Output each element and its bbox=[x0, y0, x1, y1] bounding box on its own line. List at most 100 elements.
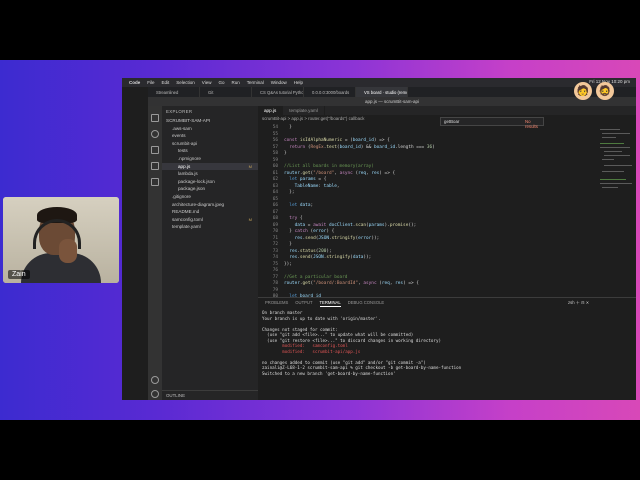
file-tree-label: SCRUMBIT-SAM-API bbox=[166, 118, 211, 123]
file-tree: SCRUMBIT-SAM-API .aws-sam events scrumbit-a… bbox=[162, 117, 258, 231]
code-text: } bbox=[284, 151, 287, 156]
file-tree-item[interactable]: tests bbox=[162, 147, 258, 155]
menu-item-help[interactable]: Help bbox=[294, 80, 303, 85]
menu-item-file[interactable]: File bbox=[147, 80, 154, 85]
memoji-avatar-icon: 🧔 bbox=[596, 82, 614, 100]
file-tree-label: README.md bbox=[172, 209, 200, 215]
editor-area: app.js template.yaml scrumBit-api > app.… bbox=[258, 106, 636, 400]
file-tree-label: samconfig.toml bbox=[172, 216, 203, 222]
activity-bar bbox=[148, 106, 162, 400]
file-tree-label: .aws-sam bbox=[172, 125, 192, 131]
code-text: //Get a particular board bbox=[284, 274, 348, 280]
browser-tab[interactable]: CS Q&As tutorial Python bbox=[252, 87, 304, 97]
code-text: res.send(JSON.stringify(error)); bbox=[294, 235, 380, 241]
file-tree-item[interactable]: package.json bbox=[162, 185, 258, 193]
menu-item-app[interactable]: Code bbox=[129, 80, 140, 85]
file-tree-label: template.yaml bbox=[172, 224, 201, 230]
menu-item-edit[interactable]: Edit bbox=[162, 80, 170, 85]
file-tree-item[interactable]: .aws-sam bbox=[162, 125, 258, 133]
account-icon[interactable] bbox=[151, 376, 159, 384]
menu-item-terminal[interactable]: Terminal bbox=[247, 80, 264, 85]
file-tree-item[interactable]: .gitignore bbox=[162, 193, 258, 201]
code-text: let data; bbox=[289, 203, 314, 208]
window-title: app.js — scrumBit-sam-api bbox=[148, 97, 636, 106]
menu-item-run[interactable]: Run bbox=[232, 80, 240, 85]
code-text: TableName: table, bbox=[294, 183, 340, 189]
file-tree-item[interactable]: events bbox=[162, 132, 258, 140]
webcam-person-hand bbox=[59, 239, 77, 263]
file-tree-label: .npmignore bbox=[178, 155, 201, 161]
file-tree-label: tests bbox=[178, 148, 188, 154]
outline-section[interactable]: OUTLINE bbox=[162, 390, 258, 400]
file-tree-label: scrumbit-api bbox=[172, 140, 198, 146]
menu-item-go[interactable]: Go bbox=[218, 80, 224, 85]
minimap[interactable] bbox=[598, 125, 636, 297]
file-tree-label: events bbox=[172, 133, 186, 139]
extensions-icon[interactable] bbox=[151, 178, 159, 186]
browser-tab[interactable]: 0.0.0.0:3000/boards bbox=[304, 87, 356, 97]
mac-menu-bar: Code File Edit Selection View Go Run Ter… bbox=[122, 78, 636, 87]
memoji-avatar-icon: 🧑 bbox=[574, 82, 592, 100]
code-text: try { bbox=[289, 216, 303, 221]
file-tree-label: package-lock.json bbox=[178, 178, 215, 184]
tab-terminal[interactable]: TERMINAL bbox=[319, 300, 341, 307]
file-tree-item[interactable]: README.md bbox=[162, 208, 258, 216]
terminal-name[interactable]: zsh bbox=[568, 300, 575, 305]
gear-icon[interactable] bbox=[151, 390, 159, 398]
letterbox-bottom bbox=[0, 420, 640, 480]
find-input[interactable]: getBoar bbox=[444, 119, 459, 124]
tab-output[interactable]: OUTPUT bbox=[295, 300, 312, 307]
browser-tab[interactable]: Git bbox=[200, 87, 252, 97]
letterbox-top bbox=[0, 0, 640, 60]
code-text: } bbox=[284, 242, 292, 247]
explorer-sidebar: EXPLORER SCRUMBIT-SAM-API .aws-sam events s… bbox=[162, 106, 258, 400]
code-text: res.status(200); bbox=[289, 248, 332, 254]
browser-tab-active[interactable]: VS board · studio (remote) · demo bbox=[356, 87, 408, 97]
menu-item-view[interactable]: View bbox=[202, 80, 212, 85]
webcam-name-label: Zain bbox=[8, 270, 30, 279]
search-icon[interactable] bbox=[151, 130, 159, 138]
shared-screen: Code File Edit Selection View Go Run Ter… bbox=[122, 78, 636, 400]
file-tree-item[interactable]: architecture-diagram.jpeg bbox=[162, 201, 258, 209]
file-tree-item[interactable]: package-lock.json bbox=[162, 178, 258, 186]
editor-tab-template-yaml[interactable]: template.yaml bbox=[283, 106, 325, 115]
file-tree-item[interactable]: app.js M bbox=[162, 162, 258, 171]
terminal-line: Switched to a new branch 'get-board-by-n… bbox=[262, 370, 396, 376]
run-debug-icon[interactable] bbox=[151, 162, 159, 170]
code-text: } catch (error) { bbox=[284, 229, 335, 234]
tab-problems[interactable]: PROBLEMS bbox=[265, 300, 288, 307]
terminal-selector[interactable]: zsh ＋ ⊟ ✕ bbox=[568, 300, 589, 306]
code-text: let params = { bbox=[289, 177, 327, 182]
editor-tab-app-js[interactable]: app.js bbox=[258, 106, 284, 115]
bottom-panel: PROBLEMS OUTPUT TERMINAL DEBUG CONSOLE z… bbox=[258, 297, 636, 400]
code-text: }); bbox=[284, 261, 292, 267]
file-tree-item[interactable]: .npmignore bbox=[162, 155, 258, 163]
explorer-title: EXPLORER bbox=[166, 109, 193, 114]
trash-icon[interactable]: ✕ bbox=[586, 300, 590, 305]
file-tree-label: .gitignore bbox=[172, 193, 191, 199]
browser-tab[interactable]: Streamlined bbox=[148, 87, 200, 97]
file-tree-item[interactable]: lambda.js bbox=[162, 170, 258, 178]
source-control-icon[interactable] bbox=[151, 146, 159, 154]
file-tree-label: app.js bbox=[178, 163, 191, 169]
tab-debug-console[interactable]: DEBUG CONSOLE bbox=[348, 300, 385, 307]
terminal-output[interactable]: On branch master Your branch is up to dat… bbox=[262, 310, 632, 376]
file-tree-label: architecture-diagram.jpeg bbox=[172, 201, 225, 207]
file-tree-item[interactable]: template.yaml bbox=[162, 223, 258, 231]
file-tree-item[interactable]: scrumbit-api bbox=[162, 140, 258, 148]
code-text: router.get("/board/:BoardId", async (req… bbox=[284, 281, 419, 286]
code-text: } bbox=[284, 125, 292, 130]
code-text: }; bbox=[284, 190, 295, 195]
git-modified-badge: M bbox=[248, 163, 252, 169]
files-icon[interactable] bbox=[151, 114, 159, 122]
git-modified-badge: M bbox=[248, 216, 252, 222]
file-tree-item[interactable]: SCRUMBIT-SAM-API bbox=[162, 117, 258, 125]
code-editor[interactable]: 54 } 55 56 const isIdAlphaNumeric = (board_… bbox=[258, 125, 588, 312]
file-tree-item[interactable]: samconfig.toml M bbox=[162, 216, 258, 224]
menu-item-selection[interactable]: Selection bbox=[176, 80, 195, 85]
breadcrumb[interactable]: scrumBit-api > app.js > router.get("/boa… bbox=[262, 116, 364, 121]
file-tree-label: package.json bbox=[178, 186, 206, 192]
menu-item-window[interactable]: Window bbox=[271, 80, 287, 85]
code-text: data = await docClient.scan(params).prom… bbox=[294, 222, 417, 228]
webcam-video: Zain bbox=[3, 197, 119, 283]
